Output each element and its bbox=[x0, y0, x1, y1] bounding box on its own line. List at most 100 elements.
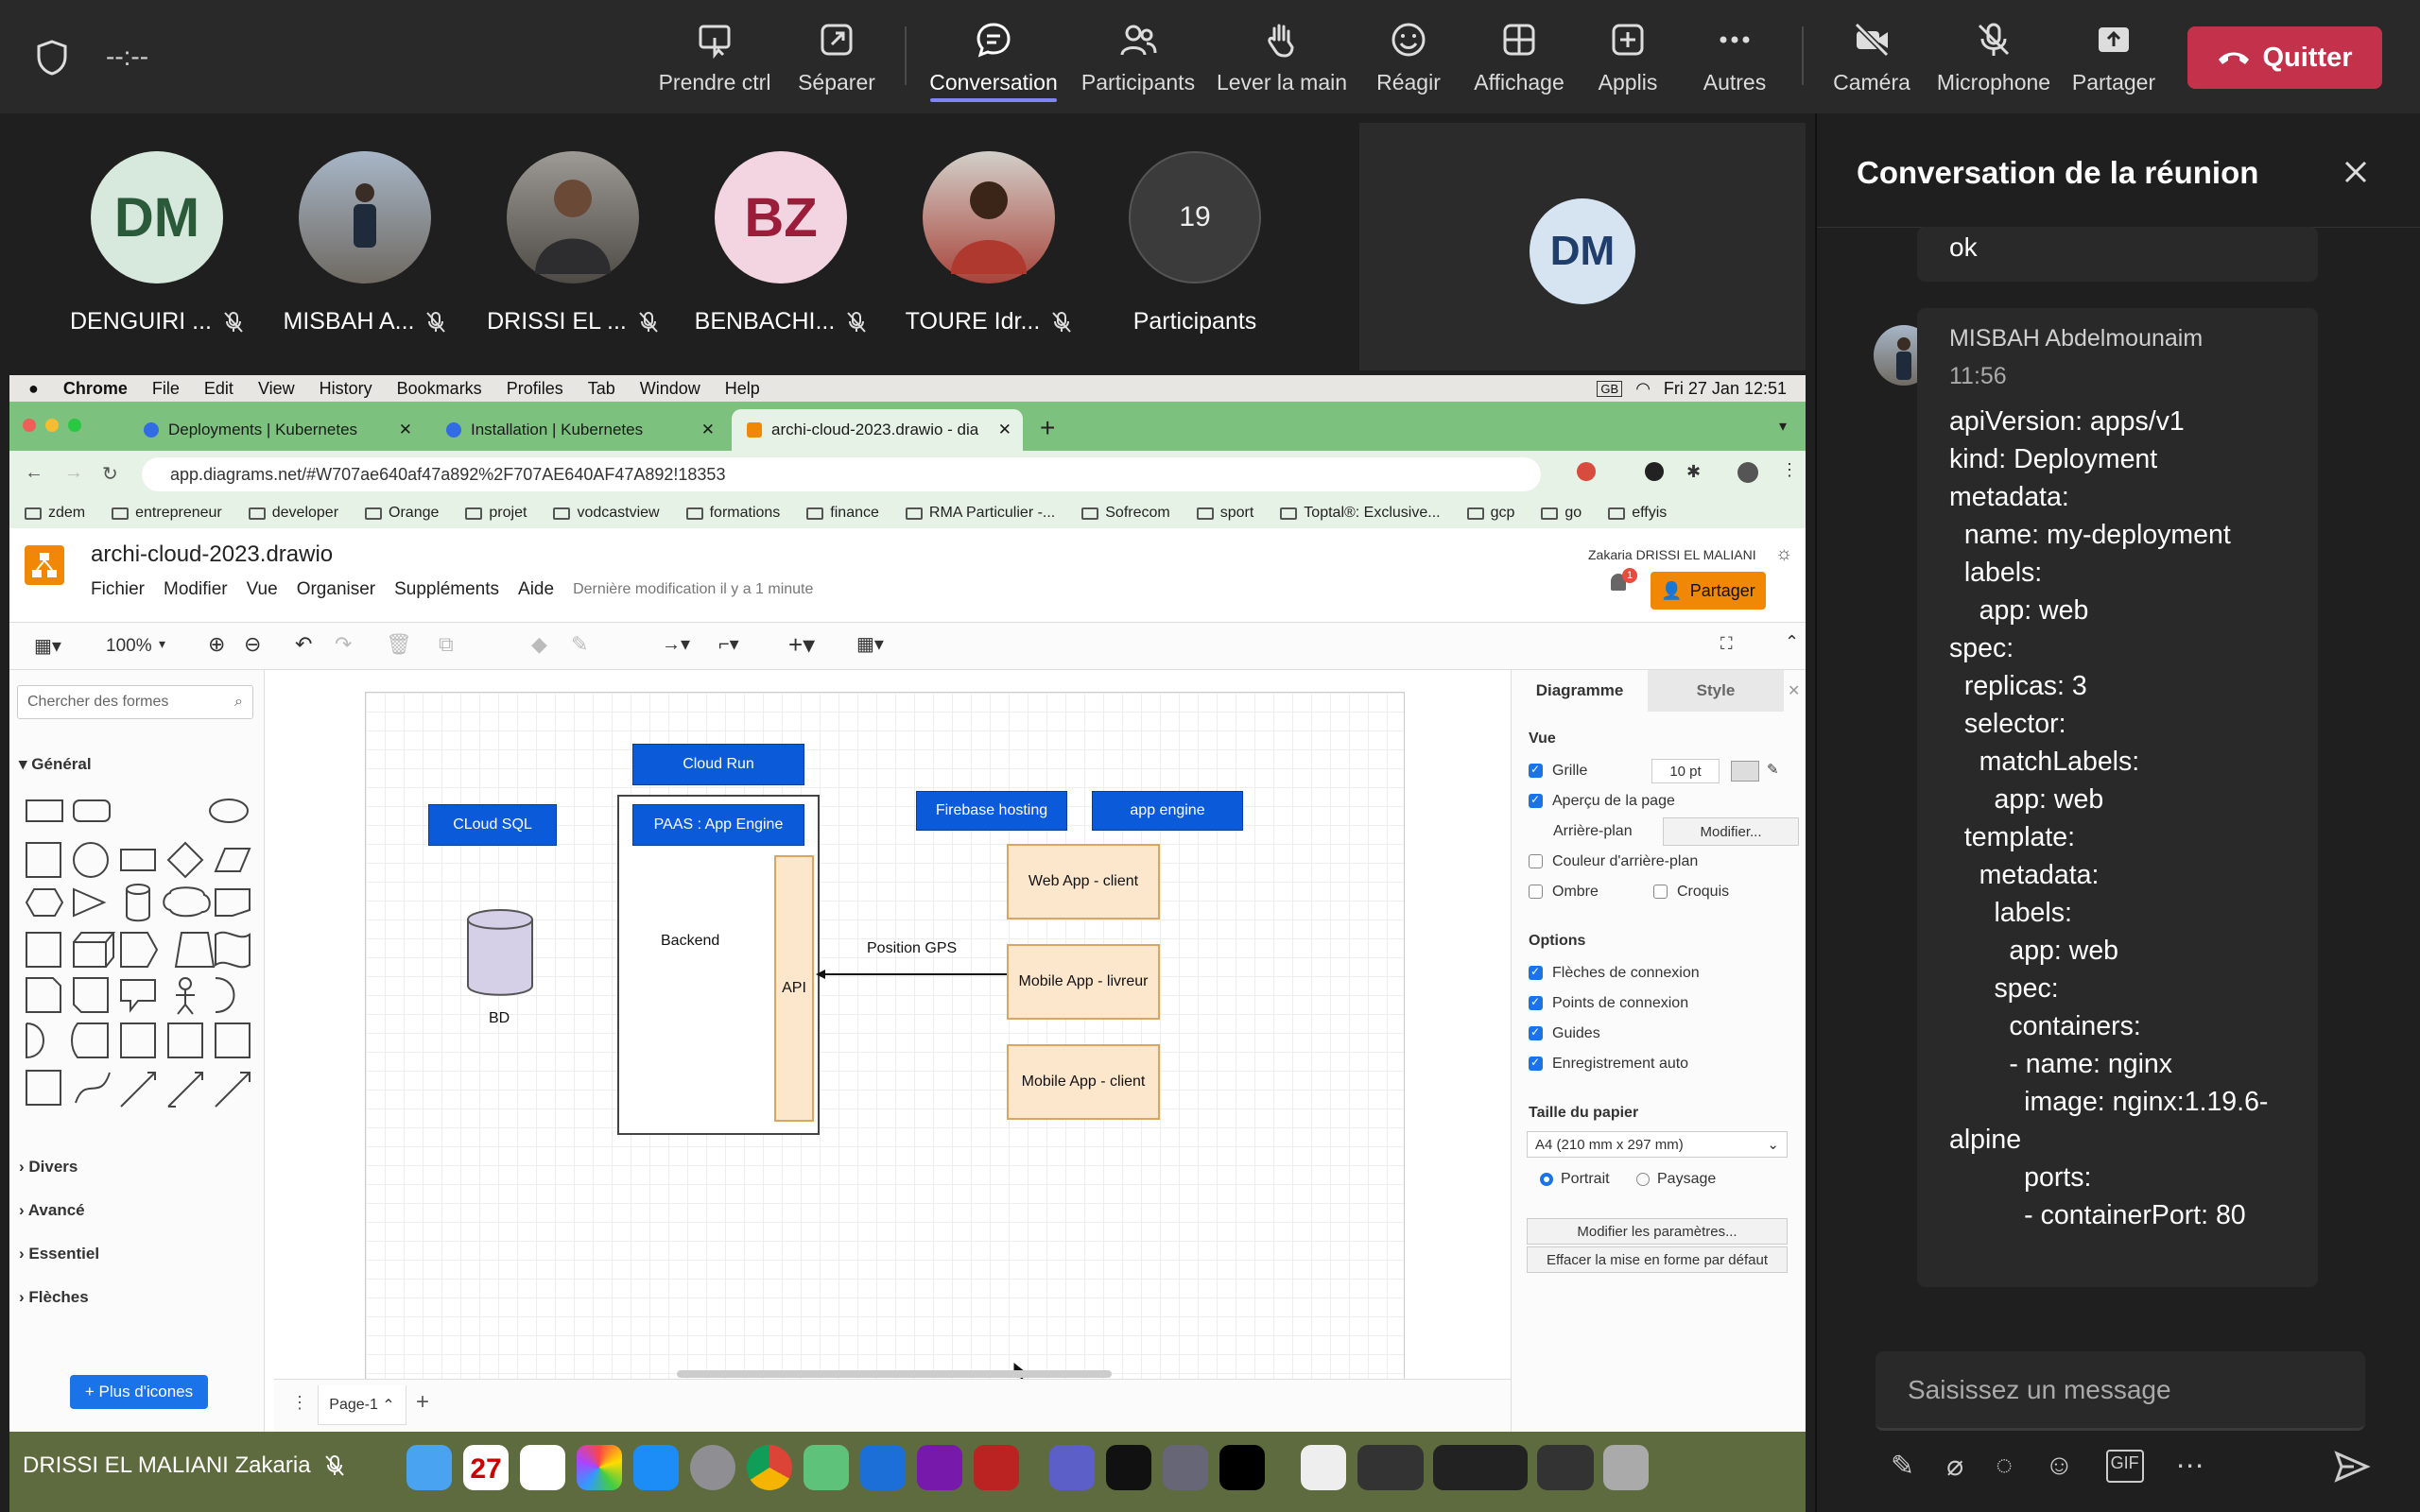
send-icon[interactable] bbox=[2333, 1448, 2371, 1486]
menu-item-file[interactable]: Fichier bbox=[91, 579, 145, 600]
page-view-toggle[interactable]: Aperçu de la page bbox=[1529, 793, 1675, 810]
more-button[interactable]: Autres bbox=[1686, 17, 1783, 102]
bookmark-item[interactable]: effyis bbox=[1608, 505, 1667, 522]
close-icon[interactable]: ✕ bbox=[1788, 681, 1800, 700]
bookmark-item[interactable]: Sofrecom bbox=[1081, 505, 1170, 522]
paper-size-select[interactable]: A4 (210 mm x 297 mm) ⌄ bbox=[1527, 1131, 1788, 1158]
bookmark-item[interactable]: vodcastview bbox=[553, 505, 660, 522]
bookmark-item[interactable]: Orange bbox=[365, 505, 439, 522]
add-page-icon[interactable]: + bbox=[416, 1389, 429, 1416]
share-button[interactable]: Partager bbox=[2066, 17, 2161, 102]
redo-icon[interactable]: ↷ bbox=[335, 632, 352, 657]
checkbox-checked[interactable] bbox=[1529, 763, 1543, 779]
document-thumbnail[interactable] bbox=[1301, 1445, 1346, 1490]
option-autosave[interactable]: Enregistrement auto bbox=[1529, 1056, 1688, 1073]
line-color-icon[interactable]: ✎ bbox=[571, 632, 588, 657]
onenote-app-icon[interactable] bbox=[917, 1445, 962, 1490]
checkbox-checked[interactable] bbox=[1529, 793, 1543, 809]
diagram-page[interactable]: Cloud Run CLoud SQL PAAS : App Engine Ba… bbox=[365, 692, 1405, 1398]
attach-icon[interactable]: ⌀ bbox=[1946, 1450, 1963, 1483]
emoji-icon[interactable]: ☺ bbox=[2045, 1450, 2074, 1483]
radio-unselected[interactable] bbox=[1636, 1172, 1650, 1186]
shadow-toggle[interactable]: Ombre bbox=[1529, 884, 1599, 901]
gif-icon[interactable]: GIF bbox=[2105, 1450, 2144, 1483]
checkbox-checked[interactable] bbox=[1529, 965, 1543, 981]
edit-background-button[interactable]: Modifier... bbox=[1663, 817, 1799, 846]
reload-icon[interactable]: ↻ bbox=[102, 462, 118, 486]
shape-palette[interactable] bbox=[19, 791, 255, 1150]
table-icon[interactable]: ▦▾ bbox=[856, 632, 884, 656]
browser-tab[interactable]: Installation | Kubernetes ✕ bbox=[431, 409, 726, 451]
undo-icon[interactable]: ↶ bbox=[295, 632, 312, 657]
connector-gps-label[interactable]: Position GPS bbox=[867, 940, 957, 957]
grid-size-input[interactable]: 10 pt bbox=[1651, 759, 1720, 783]
take-control-button[interactable]: Prendre ctrl bbox=[652, 17, 777, 102]
close-icon[interactable]: ✕ bbox=[998, 421, 1011, 439]
bookmark-item[interactable]: gcp bbox=[1466, 505, 1514, 522]
tab-style[interactable]: Style bbox=[1648, 670, 1784, 712]
filezilla-app-icon[interactable] bbox=[974, 1445, 1019, 1490]
leave-button[interactable]: Quitter bbox=[2187, 26, 2382, 89]
back-icon[interactable]: ← bbox=[25, 462, 43, 484]
horizontal-scrollbar[interactable] bbox=[677, 1370, 1112, 1378]
user-name[interactable]: Zakaria DRISSI EL MALIANI bbox=[1588, 547, 1756, 562]
more-options-icon[interactable]: ⋯ bbox=[2176, 1450, 2204, 1483]
search-icon[interactable]: ⌕ bbox=[234, 694, 243, 711]
checkbox-checked[interactable] bbox=[1529, 1056, 1543, 1072]
activity-monitor-app-icon[interactable] bbox=[1106, 1445, 1151, 1490]
calendar-app-icon[interactable]: 27 bbox=[463, 1445, 509, 1490]
maps-app-icon[interactable] bbox=[804, 1445, 849, 1490]
section-advanced[interactable]: › Avancé bbox=[19, 1201, 85, 1220]
waypoints-icon[interactable]: ⌐▾ bbox=[718, 632, 739, 656]
radio-selected[interactable] bbox=[1540, 1172, 1553, 1186]
participant-tile[interactable]: MISBAH A... bbox=[270, 151, 459, 335]
to-front-icon[interactable]: ⧉ bbox=[439, 632, 454, 657]
fullscreen-icon[interactable]: ⛶ bbox=[1720, 634, 1733, 654]
share-diagram-button[interactable]: 👤 Partager bbox=[1651, 572, 1766, 610]
bookmark-item[interactable]: Toptal®: Exclusive... bbox=[1280, 505, 1441, 522]
loop-icon[interactable]: ◌ bbox=[1996, 1450, 2013, 1483]
bookmark-item[interactable]: finance bbox=[806, 505, 879, 522]
delete-icon[interactable]: 🗑 bbox=[386, 632, 412, 657]
theme-icon[interactable]: ☼ bbox=[1775, 543, 1792, 565]
bookmark-item[interactable]: go bbox=[1541, 505, 1582, 522]
shape-api[interactable]: API bbox=[774, 855, 814, 1122]
fill-color-icon[interactable]: ◆ bbox=[531, 632, 547, 657]
participant-tile[interactable]: DRISSI EL ... bbox=[478, 151, 667, 335]
orientation-portrait[interactable]: Portrait bbox=[1540, 1171, 1610, 1188]
background-color-toggle[interactable]: Couleur d'arrière-plan bbox=[1529, 853, 1698, 870]
more-shapes-button[interactable]: + Plus d'icones bbox=[70, 1375, 208, 1409]
zoom-level[interactable]: 100% bbox=[106, 636, 152, 657]
maximize-window-icon[interactable] bbox=[68, 419, 81, 432]
pencil-icon[interactable]: ✎ bbox=[1767, 761, 1779, 778]
close-icon[interactable] bbox=[2342, 159, 2369, 185]
photos-app-icon[interactable] bbox=[577, 1445, 622, 1490]
profile-avatar[interactable] bbox=[1737, 462, 1758, 483]
shape-database-cylinder[interactable] bbox=[466, 908, 534, 999]
checkbox-unchecked[interactable] bbox=[1653, 885, 1668, 900]
zoom-out-icon[interactable]: ⊖ bbox=[244, 632, 261, 657]
participants-button[interactable]: Participants bbox=[1072, 17, 1204, 102]
extension-icon[interactable] bbox=[1645, 462, 1664, 481]
camera-button[interactable]: Caméra bbox=[1824, 17, 1919, 102]
close-window-icon[interactable] bbox=[23, 419, 36, 432]
shape-app-engine[interactable]: app engine bbox=[1092, 791, 1243, 831]
section-basic[interactable]: › Essentiel bbox=[19, 1245, 99, 1263]
option-connection-points[interactable]: Points de connexion bbox=[1529, 995, 1688, 1012]
shape-cloud-sql[interactable]: CLoud SQL bbox=[428, 804, 557, 846]
checkbox-checked[interactable] bbox=[1529, 995, 1543, 1011]
browser-tab-active[interactable]: archi-cloud-2023.drawio - diag ✕ bbox=[732, 409, 1023, 451]
option-connection-arrows[interactable]: Flèches de connexion bbox=[1529, 965, 1700, 982]
app-store-icon[interactable] bbox=[633, 1445, 679, 1490]
participant-tile[interactable]: TOURE Idr... bbox=[894, 151, 1083, 335]
shape-web-app-client[interactable]: Web App - client bbox=[1007, 844, 1160, 919]
grid-toggle[interactable]: Grille bbox=[1529, 763, 1587, 780]
section-general[interactable]: ▾ Général bbox=[19, 755, 92, 774]
browser-tab[interactable]: Deployments | Kubernetes ✕ bbox=[129, 409, 424, 451]
reset-style-button[interactable]: Effacer la mise en forme par défaut bbox=[1527, 1246, 1788, 1273]
option-guides[interactable]: Guides bbox=[1529, 1025, 1600, 1042]
shape-paas-app-engine[interactable]: PAAS : App Engine bbox=[632, 804, 804, 846]
participant-tile[interactable]: DM DENGUIRI ... bbox=[62, 151, 251, 335]
menu-item-extras[interactable]: Suppléments bbox=[394, 579, 499, 600]
chat-button[interactable]: Conversation bbox=[925, 17, 1063, 102]
